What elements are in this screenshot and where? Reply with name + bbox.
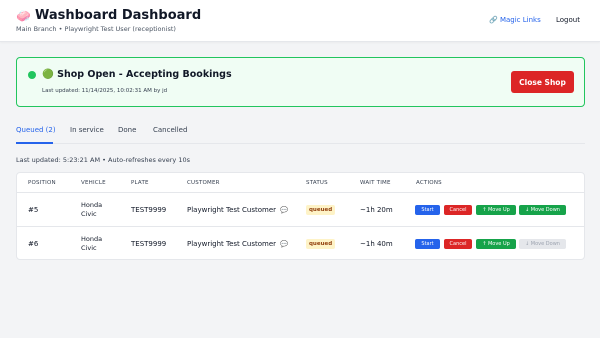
magic-links-link[interactable]: 🔗 Magic Links	[489, 16, 541, 24]
logout-link[interactable]: Logout	[556, 16, 580, 24]
chat-icon[interactable]: 💬	[280, 206, 288, 214]
table-row: #6 Honda Civic TEST9999 Playwright Test …	[17, 227, 584, 261]
col-wait-time: WAIT TIME	[360, 180, 391, 186]
move-up-button[interactable]: ↑ Move Up	[476, 205, 516, 215]
col-customer: CUSTOMER	[187, 180, 220, 186]
app-title-text: Washboard Dashboard	[34, 8, 202, 23]
active-tab-underline	[16, 142, 53, 144]
cancel-button[interactable]: Cancel	[444, 239, 472, 249]
plate-cell: TEST9999	[131, 206, 167, 214]
shop-status-text: 🟢 Shop Open - Accepting Bookings	[42, 69, 232, 80]
move-down-button[interactable]: ↓ Move Down	[519, 205, 566, 215]
queue-tabs: Queued (2) In service Done Cancelled	[16, 120, 585, 144]
position-cell: #5	[28, 206, 39, 214]
status-badge: queued	[306, 239, 336, 249]
plate-cell: TEST9999	[131, 240, 167, 248]
tab-cancelled[interactable]: Cancelled	[153, 126, 187, 134]
table-header: POSITION VEHICLE PLATE CUSTOMER STATUS W…	[17, 173, 584, 193]
status-dot-icon	[28, 71, 36, 79]
wait-time-cell: ~1h 20m	[360, 206, 393, 214]
move-down-button-disabled: ↓ Move Down	[519, 239, 566, 249]
col-plate: PLATE	[131, 180, 149, 186]
vehicle-cell: Honda Civic	[81, 235, 103, 252]
branch-user-subtitle: Main Branch • Playwright Test User (rece…	[16, 25, 176, 33]
col-actions: ACTIONS	[416, 180, 442, 186]
wait-time-cell: ~1h 40m	[360, 240, 393, 248]
chat-icon[interactable]: 💬	[280, 240, 288, 248]
start-button[interactable]: Start	[415, 239, 440, 249]
col-position: POSITION	[28, 180, 56, 186]
customer-cell: Playwright Test Customer 💬	[187, 206, 288, 214]
vehicle-cell: Honda Civic	[81, 201, 103, 218]
tab-queued[interactable]: Queued (2)	[16, 126, 56, 134]
move-up-button[interactable]: ↑ Move Up	[476, 239, 516, 249]
tab-done[interactable]: Done	[118, 126, 136, 134]
shop-status-card: 🟢 Shop Open - Accepting Bookings Last up…	[16, 57, 585, 107]
col-status: STATUS	[306, 180, 328, 186]
close-shop-button[interactable]: Close Shop	[511, 71, 574, 93]
table-row: #5 Honda Civic TEST9999 Playwright Test …	[17, 193, 584, 227]
position-cell: #6	[28, 240, 39, 248]
cancel-button[interactable]: Cancel	[444, 205, 472, 215]
tab-in-service[interactable]: In service	[70, 126, 104, 134]
soap-logo-icon: 🧼	[16, 8, 31, 23]
refresh-status: Last updated: 5:23:21 AM • Auto-refreshe…	[16, 156, 190, 164]
top-header: 🧼 Washboard Dashboard Main Branch • Play…	[0, 0, 600, 42]
customer-name: Playwright Test Customer	[187, 206, 277, 214]
app-title: 🧼 Washboard Dashboard	[16, 8, 201, 23]
queue-table: POSITION VEHICLE PLATE CUSTOMER STATUS W…	[16, 172, 585, 260]
col-vehicle: VEHICLE	[81, 180, 106, 186]
customer-name: Playwright Test Customer	[187, 240, 277, 248]
start-button[interactable]: Start	[415, 205, 440, 215]
status-badge: queued	[306, 205, 336, 215]
shop-last-updated: Last updated: 11/14/2025, 10:02:31 AM by…	[42, 88, 168, 94]
customer-cell: Playwright Test Customer 💬	[187, 240, 288, 248]
